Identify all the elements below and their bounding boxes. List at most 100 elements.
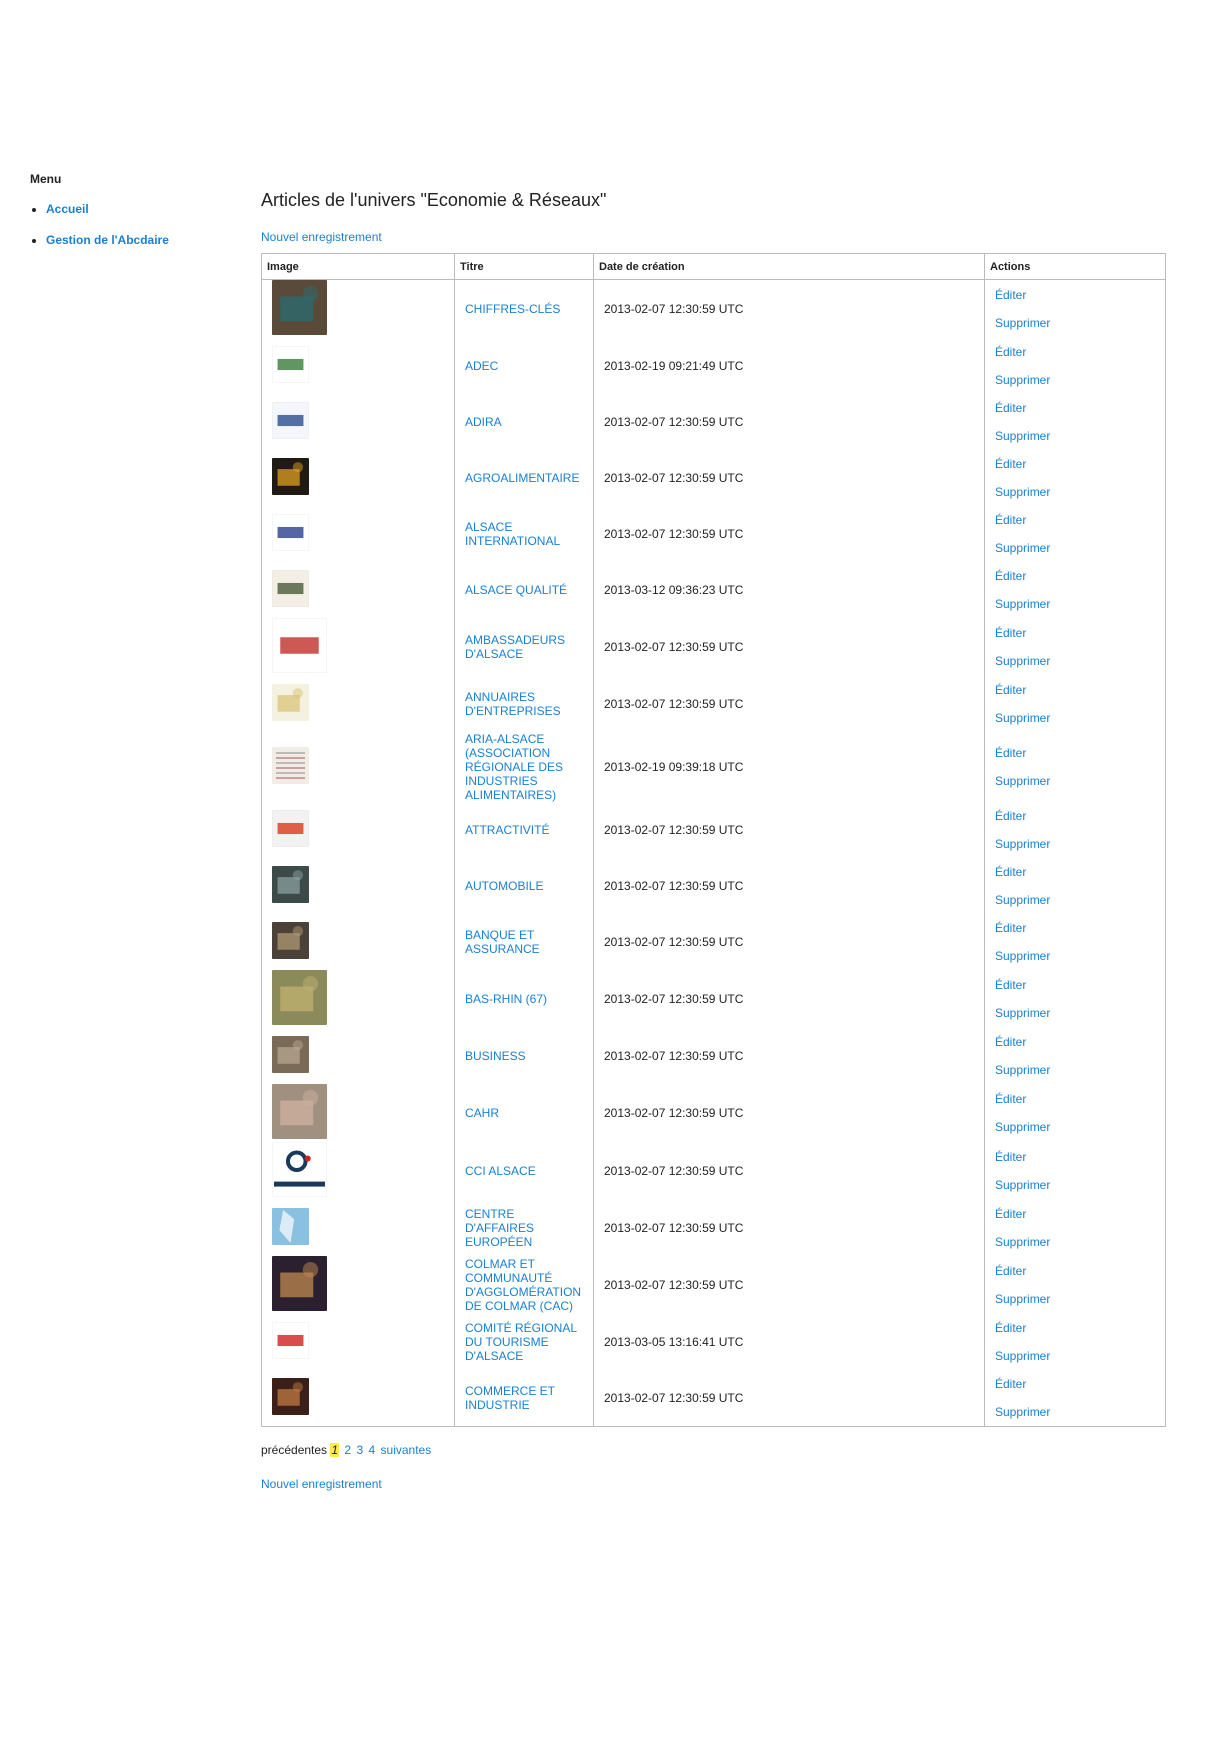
- table-row: ADIRA 2013-02-07 12:30:59 UTC Éditer Suppri…: [261, 394, 1166, 450]
- actions-cell: Éditer Supprimer: [984, 1200, 1166, 1256]
- table-row: BANQUE ET ASSURANCE 2013-02-07 12:30:59 U…: [261, 914, 1166, 970]
- article-title-link[interactable]: AGROALIMENTAIRE: [465, 471, 579, 485]
- actions-cell: Éditer Supprimer: [984, 970, 1166, 1028]
- table-row: CHIFFRES-CLÉS 2013-02-07 12:30:59 UTC Édit…: [261, 279, 1166, 338]
- article-title-link[interactable]: COMMERCE ET INDUSTRIE: [465, 1384, 555, 1412]
- column-header-date: Date de création: [593, 253, 985, 280]
- article-title-link[interactable]: ADIRA: [465, 415, 502, 429]
- delete-link[interactable]: Supprimer: [995, 534, 1155, 562]
- article-title-link[interactable]: CENTRE D'AFFAIRES EUROPÉEN: [465, 1207, 534, 1249]
- delete-link[interactable]: Supprimer: [995, 1113, 1155, 1141]
- article-title-link[interactable]: CAHR: [465, 1106, 499, 1120]
- edit-link[interactable]: Éditer: [995, 1200, 1155, 1228]
- pagination-next[interactable]: suivantes: [381, 1443, 432, 1457]
- image-cell: [261, 970, 455, 1028]
- title-cell: AUTOMOBILE: [454, 858, 594, 914]
- edit-link[interactable]: Éditer: [995, 338, 1155, 366]
- delete-link[interactable]: Supprimer: [995, 886, 1155, 914]
- article-title-link[interactable]: COMITÉ RÉGIONAL DU TOURISME D'ALSACE: [465, 1321, 577, 1363]
- creation-date: 2013-03-12 09:36:23 UTC: [593, 562, 985, 618]
- article-title-link[interactable]: AMBASSADEURS D'ALSACE: [465, 633, 565, 661]
- article-title-link[interactable]: ATTRACTIVITÉ: [465, 823, 549, 837]
- article-title-link[interactable]: AUTOMOBILE: [465, 879, 543, 893]
- delete-link[interactable]: Supprimer: [995, 478, 1155, 506]
- title-cell: ATTRACTIVITÉ: [454, 802, 594, 858]
- edit-link[interactable]: Éditer: [995, 858, 1155, 886]
- table-row: CAHR 2013-02-07 12:30:59 UTC Éditer Supprim…: [261, 1084, 1166, 1142]
- edit-link[interactable]: Éditer: [995, 450, 1155, 478]
- edit-link[interactable]: Éditer: [995, 1314, 1155, 1342]
- article-title-link[interactable]: CHIFFRES-CLÉS: [465, 302, 560, 316]
- table-row: CCI ALSACE 2013-02-07 12:30:59 UTC Éditer S…: [261, 1142, 1166, 1200]
- new-record-link-bottom[interactable]: Nouvel enregistrement: [261, 1477, 382, 1491]
- edit-link[interactable]: Éditer: [995, 914, 1155, 942]
- article-title-link[interactable]: BUSINESS: [465, 1049, 526, 1063]
- edit-link[interactable]: Éditer: [995, 1370, 1155, 1398]
- menu-link-gestion-abcdaire[interactable]: Gestion de l'Abcdaire: [46, 233, 169, 247]
- image-cell: [261, 676, 455, 732]
- edit-link[interactable]: Éditer: [995, 1257, 1155, 1285]
- image-cell: [261, 506, 455, 562]
- edit-link[interactable]: Éditer: [995, 1028, 1155, 1056]
- menu-link-accueil[interactable]: Accueil: [46, 202, 89, 216]
- pagination-page-3[interactable]: 3: [356, 1443, 363, 1457]
- delete-link[interactable]: Supprimer: [995, 422, 1155, 450]
- table-row: BUSINESS 2013-02-07 12:30:59 UTC Éditer Sup…: [261, 1028, 1166, 1084]
- delete-link[interactable]: Supprimer: [995, 647, 1155, 675]
- delete-link[interactable]: Supprimer: [995, 1228, 1155, 1256]
- table-body: CHIFFRES-CLÉS 2013-02-07 12:30:59 UTC Édit…: [261, 279, 1166, 1427]
- article-title-link[interactable]: BANQUE ET ASSURANCE: [465, 928, 540, 956]
- article-title-link[interactable]: COLMAR ET COMMUNAUTÉ D'AGGLOMÉRATION DE …: [465, 1257, 581, 1313]
- delete-link[interactable]: Supprimer: [995, 1056, 1155, 1084]
- delete-link[interactable]: Supprimer: [995, 1342, 1155, 1370]
- pagination-page-2[interactable]: 2: [344, 1443, 351, 1457]
- creation-date: 2013-02-07 12:30:59 UTC: [593, 676, 985, 732]
- delete-link[interactable]: Supprimer: [995, 767, 1155, 795]
- delete-link[interactable]: Supprimer: [995, 590, 1155, 618]
- edit-link[interactable]: Éditer: [995, 802, 1155, 830]
- delete-link[interactable]: Supprimer: [995, 1398, 1155, 1426]
- article-title-link[interactable]: BAS-RHIN (67): [465, 992, 547, 1006]
- edit-link[interactable]: Éditer: [995, 971, 1155, 999]
- actions-cell: Éditer Supprimer: [984, 732, 1166, 802]
- table-row: ALSACE INTERNATIONAL 2013-02-07 12:30:59 …: [261, 506, 1166, 562]
- image-cell: [261, 394, 455, 450]
- delete-link[interactable]: Supprimer: [995, 942, 1155, 970]
- delete-link[interactable]: Supprimer: [995, 1285, 1155, 1313]
- image-cell: [261, 562, 455, 618]
- edit-link[interactable]: Éditer: [995, 739, 1155, 767]
- table-row: AMBASSADEURS D'ALSACE 2013-02-07 12:30:59…: [261, 618, 1166, 676]
- creation-date: 2013-02-07 12:30:59 UTC: [593, 1256, 985, 1314]
- image-cell: [261, 338, 455, 394]
- image-cell: [261, 1314, 455, 1370]
- article-title-link[interactable]: ANNUAIRES D'ENTREPRISES: [465, 690, 561, 718]
- table-row: ADEC 2013-02-19 09:21:49 UTC Éditer Supprim…: [261, 338, 1166, 394]
- delete-link[interactable]: Supprimer: [995, 309, 1155, 337]
- table-row: COLMAR ET COMMUNAUTÉ D'AGGLOMÉRATION DE …: [261, 1256, 1166, 1314]
- table-header-row: Image Titre Date de création Actions: [261, 253, 1166, 280]
- delete-link[interactable]: Supprimer: [995, 704, 1155, 732]
- table-row: COMITÉ RÉGIONAL DU TOURISME D'ALSACE 2013…: [261, 1314, 1166, 1370]
- title-cell: CAHR: [454, 1084, 594, 1142]
- column-header-title: Titre: [454, 253, 594, 280]
- new-record-link-top[interactable]: Nouvel enregistrement: [261, 230, 382, 244]
- delete-link[interactable]: Supprimer: [995, 366, 1155, 394]
- delete-link[interactable]: Supprimer: [995, 999, 1155, 1027]
- edit-link[interactable]: Éditer: [995, 1143, 1155, 1171]
- article-title-link[interactable]: ADEC: [465, 359, 498, 373]
- article-title-link[interactable]: ALSACE QUALITÉ: [465, 583, 567, 597]
- edit-link[interactable]: Éditer: [995, 676, 1155, 704]
- edit-link[interactable]: Éditer: [995, 619, 1155, 647]
- edit-link[interactable]: Éditer: [995, 1085, 1155, 1113]
- edit-link[interactable]: Éditer: [995, 506, 1155, 534]
- delete-link[interactable]: Supprimer: [995, 830, 1155, 858]
- pagination-page-4[interactable]: 4: [368, 1443, 375, 1457]
- edit-link[interactable]: Éditer: [995, 394, 1155, 422]
- article-title-link[interactable]: ARIA-ALSACE (ASSOCIATION RÉGIONALE DES I…: [465, 732, 563, 802]
- delete-link[interactable]: Supprimer: [995, 1171, 1155, 1199]
- edit-link[interactable]: Éditer: [995, 281, 1155, 309]
- article-title-link[interactable]: CCI ALSACE: [465, 1164, 536, 1178]
- edit-link[interactable]: Éditer: [995, 562, 1155, 590]
- title-cell: BANQUE ET ASSURANCE: [454, 914, 594, 970]
- article-title-link[interactable]: ALSACE INTERNATIONAL: [465, 520, 560, 548]
